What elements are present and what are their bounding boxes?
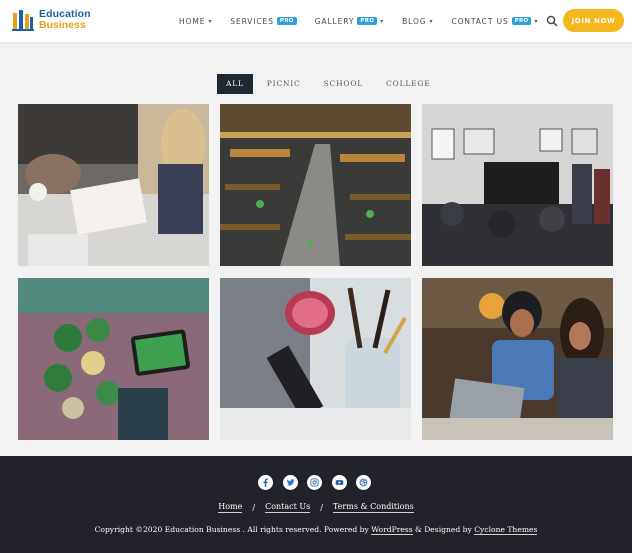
copyright-text: Copyright ©2020 Education Business . All…: [0, 525, 632, 535]
main-nav: HOME ▾ SERVICES PRO GALLERY PRO ▾ BLOG ▾…: [179, 0, 556, 42]
chevron-down-icon: ▾: [380, 17, 385, 25]
gallery-image-women-laptop[interactable]: [422, 278, 613, 440]
social-links: [258, 475, 381, 490]
chevron-down-icon: ▾: [534, 17, 539, 25]
gallery-filter-tabs: ALL PICNIC SCHOOL COLLEGE: [217, 74, 444, 94]
nav-home[interactable]: HOME ▾: [179, 0, 212, 42]
logo-building-icon: [12, 10, 34, 31]
pro-badge: PRO: [357, 17, 378, 25]
footer-nav: Home / Contact Us / Terms & Conditions: [0, 502, 632, 513]
pro-badge: PRO: [276, 17, 297, 25]
nav-contact-label: CONTACT US: [451, 16, 509, 26]
wordpress-link[interactable]: WordPress: [371, 525, 413, 535]
youtube-icon[interactable]: [331, 475, 347, 490]
twitter-icon[interactable]: [282, 475, 298, 490]
cyclone-themes-link[interactable]: Cyclone Themes: [474, 525, 538, 535]
gallery-image-pencil-jar[interactable]: [220, 278, 411, 440]
site-footer: Home / Contact Us / Terms & Conditions C…: [0, 456, 632, 553]
join-now-button[interactable]: JOIN NOW: [563, 9, 624, 32]
pro-badge: PRO: [511, 17, 532, 25]
footer-link-terms[interactable]: Terms & Conditions: [332, 502, 414, 513]
search-icon[interactable]: [545, 14, 559, 28]
designed-by-text: & Designed by: [412, 525, 475, 534]
footer-separator: /: [252, 503, 256, 512]
copyright-prefix: Copyright ©2020 Education Business . All…: [94, 525, 372, 534]
chevron-down-icon: ▾: [208, 17, 213, 25]
nav-gallery-label: GALLERY: [314, 16, 355, 26]
footer-link-home[interactable]: Home: [218, 502, 243, 513]
footer-separator: /: [320, 503, 323, 512]
gallery-grid: [18, 104, 614, 441]
filter-school[interactable]: SCHOOL: [315, 74, 373, 94]
instagram-icon[interactable]: [307, 475, 322, 490]
nav-contact[interactable]: CONTACT US PRO ▾: [451, 0, 538, 42]
gallery-image-phone-food[interactable]: [18, 278, 209, 440]
gallery-image-students-desk[interactable]: [18, 104, 209, 266]
nav-services[interactable]: SERVICES PRO: [230, 0, 297, 42]
brand-name-line2: Business: [39, 19, 86, 31]
chevron-down-icon: ▾: [429, 17, 434, 25]
filter-all[interactable]: ALL: [217, 74, 253, 94]
nav-services-label: SERVICES: [230, 16, 274, 26]
gallery-image-library[interactable]: [220, 104, 411, 266]
nav-home-label: HOME: [179, 16, 206, 26]
facebook-icon[interactable]: [258, 475, 273, 490]
nav-blog-label: BLOG: [402, 16, 427, 26]
filter-college[interactable]: COLLEGE: [377, 74, 439, 94]
dribbble-icon[interactable]: [356, 475, 371, 490]
gallery-image-classroom[interactable]: [422, 104, 613, 266]
footer-link-contact[interactable]: Contact Us: [265, 502, 311, 513]
nav-gallery[interactable]: GALLERY PRO ▾: [315, 0, 384, 42]
nav-blog[interactable]: BLOG ▾: [402, 0, 433, 42]
site-header: Education Business HOME ▾ SERVICES PRO G…: [0, 0, 632, 42]
site-logo[interactable]: Education Business: [11, 8, 91, 32]
filter-picnic[interactable]: PICNIC: [258, 74, 310, 94]
